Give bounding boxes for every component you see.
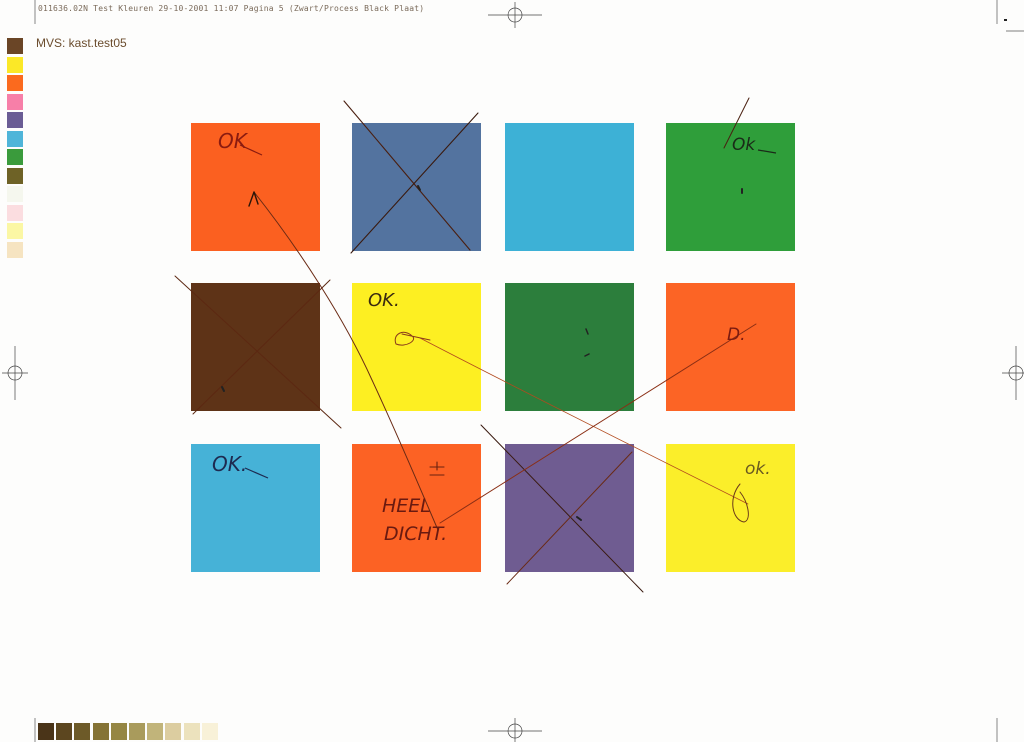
d-note: D. — [727, 325, 746, 345]
dicht-note: DICHT. — [384, 523, 447, 545]
crop-marks — [34, 0, 1024, 742]
ok-note-4: OK. — [212, 452, 247, 476]
registration-mark-top — [488, 2, 542, 28]
registration-mark-bottom — [488, 718, 542, 742]
registration-mark-right — [1002, 346, 1024, 400]
annotation-overlay: OK Ok OK. D. OK. ok. HEEL DICHT. — [2, 0, 1024, 742]
ok-note-3: OK. — [368, 290, 400, 311]
handwriting: OK Ok OK. D. OK. ok. HEEL DICHT. — [212, 129, 777, 545]
pen-strokes — [174, 97, 757, 593]
heel-note: HEEL — [382, 495, 431, 517]
ok-note-2: Ok — [732, 135, 756, 155]
registration-mark-left — [2, 346, 28, 400]
ok-note-5: ok. — [745, 459, 771, 479]
ok-note-1: OK — [218, 129, 249, 153]
